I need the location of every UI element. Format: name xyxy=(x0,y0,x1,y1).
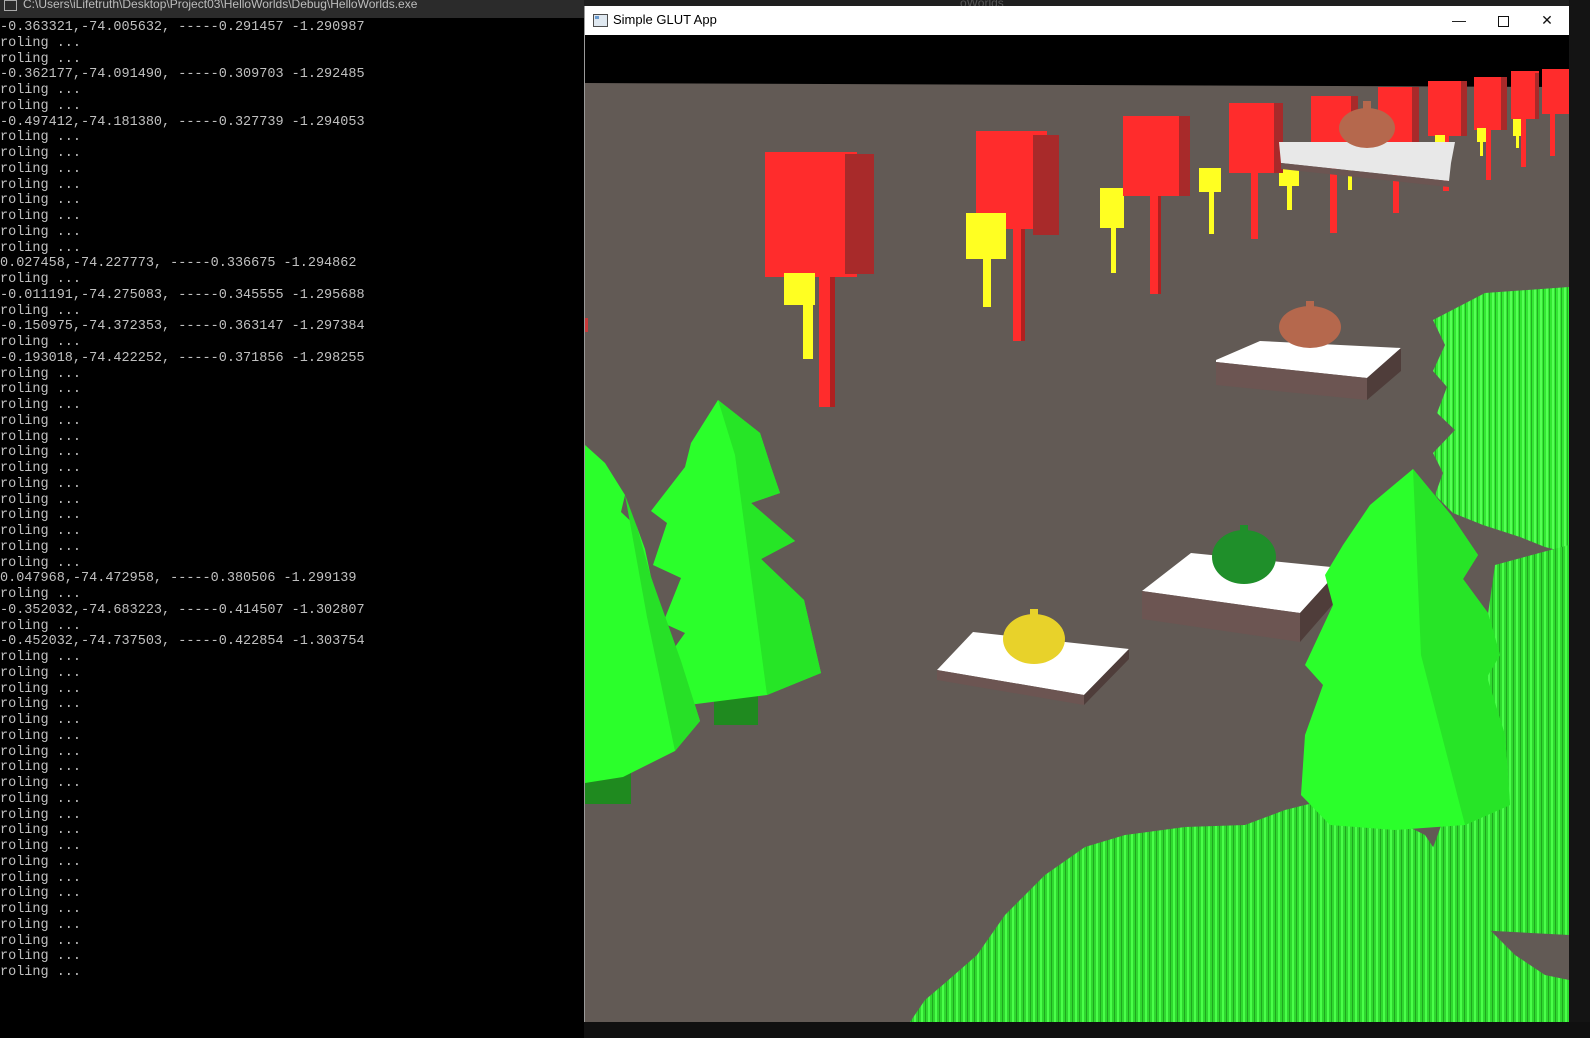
desktop-edge xyxy=(1569,0,1590,1038)
console-line: roling ... xyxy=(0,886,82,902)
console-line: roling ... xyxy=(0,83,82,98)
sky xyxy=(585,35,1569,85)
console-line: roling ... xyxy=(0,177,82,193)
console-line: roling ... xyxy=(0,335,82,350)
console-line: roling ... xyxy=(0,476,82,492)
close-icon: ✕ xyxy=(1541,12,1553,28)
console-title-bar[interactable]: C:\Users\iLifetruth\Desktop\Project03\He… xyxy=(0,0,584,18)
glut-app-icon xyxy=(593,14,608,27)
console-line: roling ... xyxy=(0,933,82,949)
glut-title-bar[interactable]: Simple GLUT App — ✕ xyxy=(585,6,1569,35)
console-output: -0.363321,-74.005632, -----0.291457 -1.2… xyxy=(0,20,584,981)
console-line: roling ... xyxy=(0,587,82,602)
scene-canvas[interactable] xyxy=(585,35,1569,1022)
console-line: roling ... xyxy=(0,728,82,744)
console-line: roling ... xyxy=(0,917,82,933)
console-line: roling ... xyxy=(0,697,82,713)
console-line: -0.497412,-74.181380, -----0.327739 -1.2… xyxy=(0,114,365,130)
console-line: roling ... xyxy=(0,823,82,839)
maximize-icon xyxy=(1497,15,1509,27)
console-line: roling ... xyxy=(0,508,82,524)
console-line: roling ... xyxy=(0,618,82,634)
console-title: C:\Users\iLifetruth\Desktop\Project03\He… xyxy=(23,0,418,11)
close-button[interactable]: ✕ xyxy=(1525,6,1569,35)
console-line: roling ... xyxy=(0,965,82,980)
console-line: roling ... xyxy=(0,51,82,67)
console-line: roling ... xyxy=(0,303,82,319)
console-line: roling ... xyxy=(0,224,82,240)
console-line: roling ... xyxy=(0,870,82,886)
opengl-viewport[interactable] xyxy=(585,35,1569,1022)
console-line: roling ... xyxy=(0,193,82,209)
console-line: roling ... xyxy=(0,445,82,461)
console-line: roling ... xyxy=(0,461,82,476)
console-line: roling ... xyxy=(0,413,82,429)
console-line: roling ... xyxy=(0,555,82,571)
console-line: roling ... xyxy=(0,760,82,776)
console-line: -0.011191,-74.275083, -----0.345555 -1.2… xyxy=(0,287,365,303)
console-line: -0.150975,-74.372353, -----0.363147 -1.2… xyxy=(0,319,365,335)
minimize-icon: — xyxy=(1452,12,1466,28)
console-line: roling ... xyxy=(0,492,82,508)
console-line: 0.027458,-74.227773, -----0.336675 -1.29… xyxy=(0,256,357,272)
console-line: roling ... xyxy=(0,161,82,177)
console-line: roling ... xyxy=(0,681,82,697)
console-line: roling ... xyxy=(0,35,82,51)
console-line: roling ... xyxy=(0,272,82,287)
console-line: roling ... xyxy=(0,949,82,965)
console-line: roling ... xyxy=(0,366,82,382)
console-line: roling ... xyxy=(0,665,82,681)
console-line: roling ... xyxy=(0,398,82,413)
console-line: roling ... xyxy=(0,130,82,146)
console-line: roling ... xyxy=(0,807,82,823)
console-line: roling ... xyxy=(0,382,82,398)
console-line: roling ... xyxy=(0,839,82,854)
teapot xyxy=(1339,108,1395,148)
console-line: roling ... xyxy=(0,902,82,917)
console-line: roling ... xyxy=(0,791,82,807)
console-line: roling ... xyxy=(0,209,82,224)
console-line: roling ... xyxy=(0,146,82,161)
console-line: roling ... xyxy=(0,539,82,555)
console-line: -0.362177,-74.091490, -----0.309703 -1.2… xyxy=(0,67,365,83)
teapot xyxy=(1212,530,1276,584)
console-line: roling ... xyxy=(0,524,82,539)
console-line: roling ... xyxy=(0,744,82,760)
glut-window-title: Simple GLUT App xyxy=(613,12,717,27)
teapot xyxy=(1279,306,1341,348)
console-line: 0.047968,-74.472958, -----0.380506 -1.29… xyxy=(0,571,357,587)
taskbar-edge xyxy=(584,1022,1590,1038)
console-line: roling ... xyxy=(0,776,82,791)
maximize-button[interactable] xyxy=(1481,6,1525,35)
console-window: C:\Users\iLifetruth\Desktop\Project03\He… xyxy=(0,0,584,1038)
console-line: -0.352032,-74.683223, -----0.414507 -1.3… xyxy=(0,602,365,618)
console-line: -0.193018,-74.422252, -----0.371856 -1.2… xyxy=(0,350,365,366)
console-line: roling ... xyxy=(0,713,82,728)
console-line: roling ... xyxy=(0,240,82,256)
console-line: roling ... xyxy=(0,650,82,665)
console-line: -0.363321,-74.005632, -----0.291457 -1.2… xyxy=(0,20,365,35)
console-line: roling ... xyxy=(0,854,82,870)
teapot xyxy=(1003,614,1065,664)
ground-mark xyxy=(585,318,588,332)
console-app-icon xyxy=(4,0,17,11)
console-line: roling ... xyxy=(0,429,82,445)
minimize-button[interactable]: — xyxy=(1437,6,1481,35)
console-line: -0.452032,-74.737503, -----0.422854 -1.3… xyxy=(0,634,365,650)
glut-window: Simple GLUT App — ✕ xyxy=(584,6,1570,1022)
console-line: roling ... xyxy=(0,98,82,114)
